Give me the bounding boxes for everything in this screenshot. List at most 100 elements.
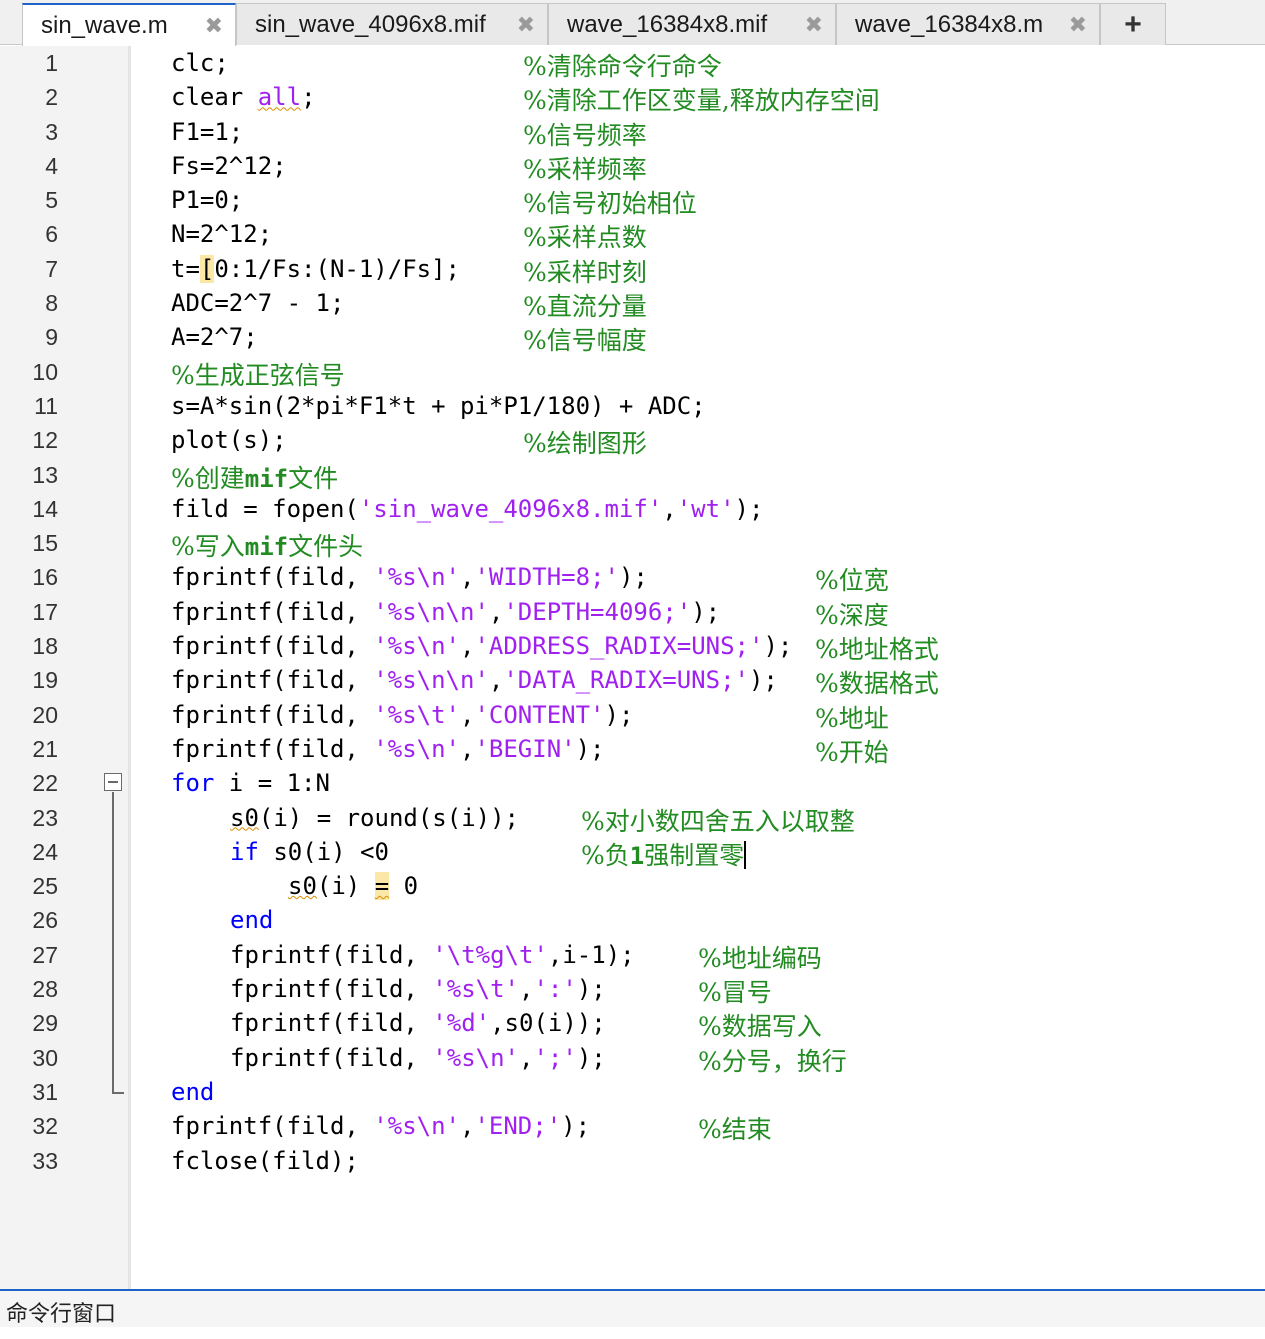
code-line: 26 end (0, 903, 1265, 937)
code-comment: %数据写入 (698, 1012, 822, 1042)
code-line: 10 %生成正弦信号 (0, 355, 1265, 390)
code-line: 2 clear all; %清除工作区变量,释放内存空间 (0, 80, 1265, 116)
close-icon[interactable]: ✖ (205, 5, 223, 47)
code-comment: %清除工作区变量,释放内存空间 (523, 86, 880, 116)
code-text: plot(s); (171, 426, 287, 455)
code-text: fprintf(fild, '%d',s0(i)); (230, 1009, 606, 1038)
code-line: 4 Fs=2^12; %采样频率 (0, 149, 1265, 184)
code-text: ADC=2^7 - 1; (171, 289, 345, 318)
line-number: 19 (32, 667, 58, 694)
code-line: 33 fclose(fild); (0, 1144, 1265, 1178)
keyword: end (171, 1077, 215, 1106)
code-text: fprintf(fild, '%s\n',';'); (230, 1043, 606, 1072)
code-text: fild = fopen('sin_wave_4096x8.mif','wt')… (171, 494, 764, 523)
tab-wave-16384x8-m[interactable]: wave_16384x8.m ✖ (836, 3, 1100, 45)
code-line: 21 fprintf(fild, '%s\n','BEGIN'); %开始 (0, 732, 1265, 767)
line-number: 10 (32, 358, 58, 385)
tab-sin-wave-4096x8-mif[interactable]: sin_wave_4096x8.mif ✖ (236, 3, 548, 45)
line-number: 8 (45, 290, 58, 317)
code-line: 25 s0(i) = 0 (0, 869, 1265, 903)
line-number: 9 (45, 324, 58, 351)
line-number: 21 (32, 735, 58, 762)
code-line: 7 t=[0:1/Fs:(N-1)/Fs]; %采样时刻 (0, 252, 1265, 287)
code-text: fprintf(fild, '%s\t','CONTENT'); (171, 700, 634, 729)
command-window-header[interactable]: 命令行窗口 (0, 1289, 1265, 1327)
code-comment: %直流分量 (523, 292, 647, 322)
tab-label: wave_16384x8.m (855, 11, 1044, 38)
code-line: 18 fprintf(fild, '%s\n','ADDRESS_RADIX=UN… (0, 629, 1265, 665)
code-comment: %写入mif文件头 (171, 532, 364, 562)
code-text: N=2^12; (171, 220, 273, 249)
code-line: 3 F1=1; %信号频率 (0, 115, 1265, 150)
code-line: 5 P1=0; %信号初始相位 (0, 183, 1265, 218)
code-comment: %位宽 (815, 566, 889, 596)
keyword: for (171, 769, 215, 798)
code-warning-var: s0 (288, 872, 317, 901)
line-number: 6 (45, 221, 58, 248)
code-comment: %结束 (698, 1115, 772, 1145)
code-line: 16 fprintf(fild, '%s\n','WIDTH=8;'); %位宽 (0, 560, 1265, 596)
code-text: fprintf(fild, '%s\n\n','DATA_RADIX=UNS;'… (171, 666, 778, 695)
text-cursor (744, 840, 747, 869)
code-comment: %对小数四舍五入以取整 (581, 806, 855, 836)
code-text: s0(i) = 0 (288, 872, 419, 901)
line-number: 16 (32, 564, 58, 591)
code-comment: %信号幅度 (523, 326, 647, 356)
code-line: 8 ADC=2^7 - 1; %直流分量 (0, 286, 1265, 322)
command-window-title: 命令行窗口 (6, 1302, 117, 1327)
line-number: 11 (34, 392, 58, 419)
code-text: fprintf(fild, '%s\t',':'); (230, 975, 606, 1004)
keyword: if (230, 837, 259, 866)
code-comment: %清除命令行命令 (523, 52, 722, 81)
code-text: for i = 1:N (171, 769, 330, 798)
line-number: 15 (32, 530, 58, 557)
line-number: 4 (45, 152, 58, 179)
code-text: A=2^7; (171, 323, 258, 352)
line-number: 24 (32, 838, 58, 865)
code-comment: %采样时刻 (523, 257, 647, 287)
code-comment: %冒号 (698, 978, 772, 1008)
tab-wave-16384x8-mif[interactable]: wave_16384x8.mif ✖ (548, 3, 836, 45)
line-number: 32 (32, 1113, 58, 1140)
line-number: 27 (32, 941, 58, 968)
editor-tab-bar: sin_wave.m ✖ sin_wave_4096x8.mif ✖ wave_… (0, 0, 1265, 46)
line-number: 30 (32, 1044, 58, 1071)
line-number: 26 (32, 907, 58, 934)
line-number: 31 (32, 1078, 58, 1105)
close-icon[interactable]: ✖ (517, 4, 535, 46)
code-text: fprintf(fild, '\t%g\t',i-1); (230, 940, 635, 969)
code-text: fprintf(fild, '%s\n','WIDTH=8;'); (171, 563, 648, 592)
tab-sin-wave-m[interactable]: sin_wave.m ✖ (22, 3, 236, 46)
close-icon[interactable]: ✖ (1069, 4, 1087, 46)
code-text: if s0(i) <0 (230, 837, 389, 866)
line-number: 22 (32, 770, 58, 797)
add-tab-button[interactable]: + (1100, 3, 1166, 45)
tab-label: sin_wave_4096x8.mif (255, 11, 486, 38)
code-text: clear all; (171, 83, 316, 112)
code-comment: %地址格式 (815, 635, 939, 665)
code-editor[interactable]: 1 clc; %清除命令行命令 2 clear all; %清除工作区变量,释放内存空间… (0, 46, 1265, 1178)
code-text: fprintf(fild, '%s\n\n','DEPTH=4096;'); (171, 597, 721, 626)
code-text: t=[0:1/Fs:(N-1)/Fs]; (171, 254, 460, 283)
code-comment: %创建mif文件 (171, 463, 339, 493)
code-line: 11 s=A*sin(2*pi*F1*t + pi*P1/180) + ADC; (0, 389, 1265, 423)
code-text: fprintf(fild, '%s\n','ADDRESS_RADIX=UNS;… (171, 632, 793, 661)
line-number: 20 (32, 701, 58, 728)
code-text: s0(i) = round(s(i)); (230, 803, 519, 832)
line-number: 29 (32, 1010, 58, 1037)
line-number: 33 (32, 1147, 58, 1174)
code-comment: %分号，换行 (698, 1046, 847, 1076)
code-line: 27 fprintf(fild, '\t%g\t',i-1); %地址编码 (0, 938, 1265, 973)
code-line: 24 if s0(i) <0 %负1强制置零 (0, 835, 1265, 870)
line-number: 1 (45, 50, 58, 76)
close-icon[interactable]: ✖ (805, 4, 823, 46)
code-line: 20 fprintf(fild, '%s\t','CONTENT'); %地址 (0, 698, 1265, 733)
code-comment: %深度 (815, 600, 889, 630)
code-line: 14 fild = fopen('sin_wave_4096x8.mif','wt… (0, 492, 1265, 526)
code-line: 23 s0(i) = round(s(i)); %对小数四舍五入以取整 (0, 801, 1265, 836)
line-number: 14 (32, 495, 58, 522)
code-comment: %生成正弦信号 (171, 360, 345, 390)
code-line: 13 %创建mif文件 (0, 458, 1265, 493)
line-number: 2 (45, 84, 58, 111)
tab-label: sin_wave.m (41, 12, 168, 39)
